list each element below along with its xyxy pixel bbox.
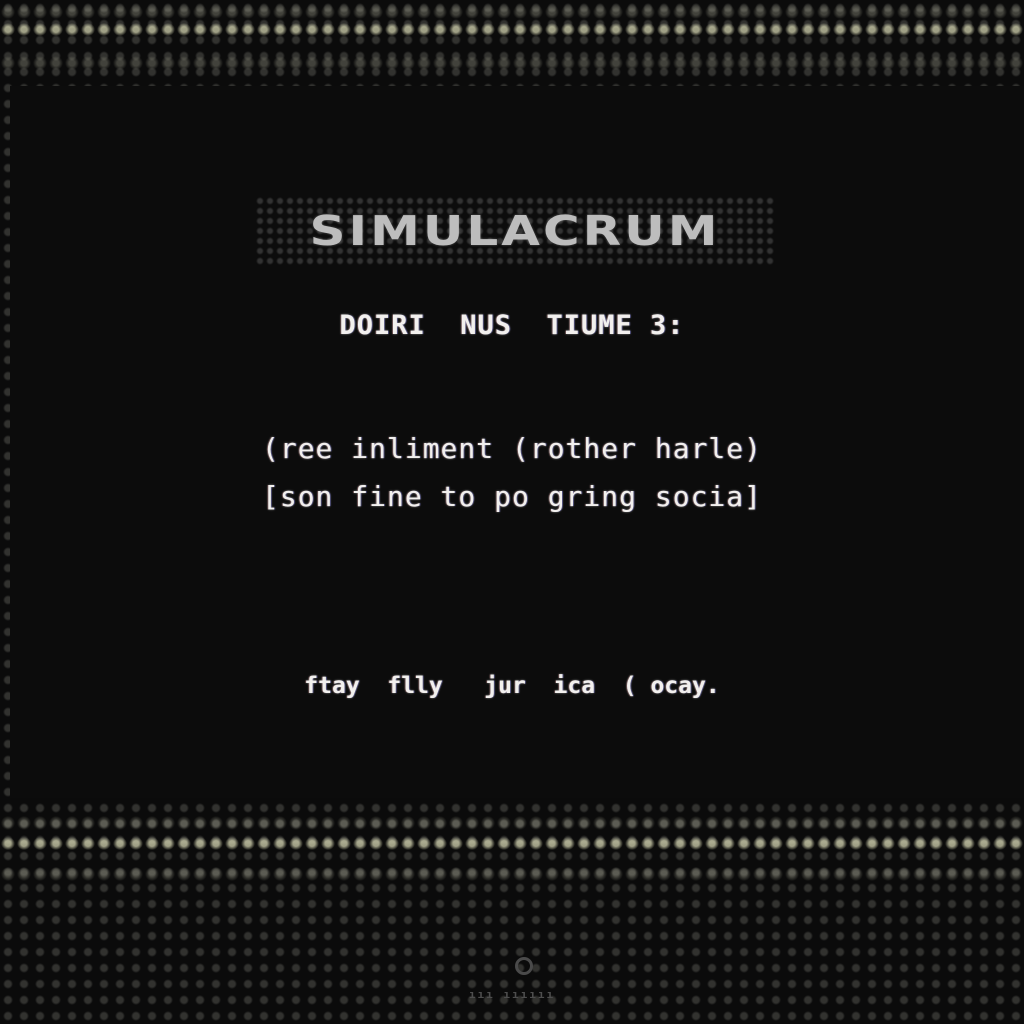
grid-band-faint	[0, 815, 1024, 831]
circle-logo-icon	[515, 957, 533, 975]
game-logo: SIMULACRUM	[255, 196, 775, 266]
bottom-highlight-band	[0, 836, 1024, 866]
grid-band-faint	[0, 55, 1024, 71]
continue-prompt[interactable]: ftay flly jur ica ( ocay.	[0, 673, 1024, 699]
footer-text: ııı ıııııı	[468, 988, 556, 1001]
intro-line-1: (ree inliment (rother harle)	[261, 432, 762, 465]
top-highlight-band	[0, 22, 1024, 52]
grid-band-faint	[0, 4, 1024, 20]
chapter-subtitle: DOIRI NUS TIUME 3:	[339, 310, 685, 341]
intro-line-2: [son fine to po gring socia]	[261, 480, 762, 513]
game-title: SIMULACRUM	[309, 207, 721, 255]
grid-band-faint	[0, 866, 1024, 882]
